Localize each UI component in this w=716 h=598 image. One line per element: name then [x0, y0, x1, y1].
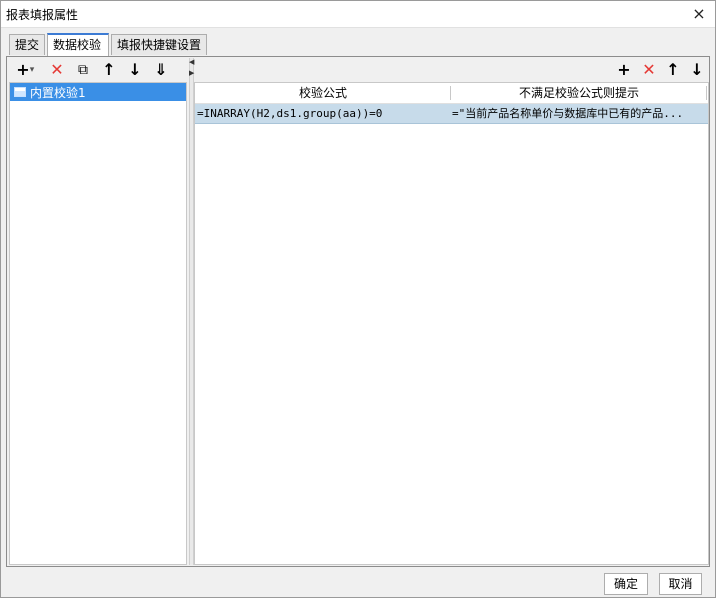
- move-up-icon[interactable]: ↑: [100, 61, 118, 79]
- move-down-icon[interactable]: ↓: [126, 61, 144, 79]
- column-header-message[interactable]: 不满足校验公式则提示: [451, 83, 707, 103]
- add-row-icon[interactable]: +: [615, 61, 633, 79]
- move-to-bottom-icon[interactable]: ⇓: [152, 61, 170, 79]
- delete-row-icon[interactable]: ✕: [640, 61, 658, 79]
- row-up-icon[interactable]: ↑: [664, 61, 682, 79]
- list-item[interactable]: 内置校验1: [10, 83, 186, 101]
- column-header-formula[interactable]: 校验公式: [195, 83, 451, 103]
- dialog-title: 报表填报属性: [6, 8, 79, 22]
- validation-list[interactable]: 内置校验1: [9, 82, 187, 565]
- table-header: 校验公式 不满足校验公式则提示: [195, 83, 708, 104]
- tab-content-panel: + ▾ ✕ ⧉ ↑ ↓ ⇓ 内置校验1 ◀ ▶ + ✕ ↑ ↓ 校验公式 不满足…: [6, 56, 710, 567]
- add-dropdown-icon[interactable]: ▾: [28, 61, 36, 79]
- validation-list-pane: + ▾ ✕ ⧉ ↑ ↓ ⇓ 内置校验1: [8, 58, 188, 565]
- delete-icon[interactable]: ✕: [48, 61, 66, 79]
- right-toolbar: + ✕ ↑ ↓: [194, 58, 709, 82]
- list-item-label: 内置校验1: [30, 85, 86, 100]
- tab-shortcut-settings[interactable]: 填报快捷键设置: [111, 34, 207, 55]
- cancel-button[interactable]: 取消: [659, 573, 702, 595]
- row-down-icon[interactable]: ↓: [688, 61, 706, 79]
- validation-item-icon: [14, 87, 26, 97]
- tab-data-validation[interactable]: 数据校验: [47, 33, 109, 56]
- title-bar: 报表填报属性 ×: [1, 1, 715, 28]
- ok-button[interactable]: 确定: [604, 573, 648, 595]
- copy-icon[interactable]: ⧉: [74, 61, 92, 79]
- validation-detail-pane: + ✕ ↑ ↓ 校验公式 不满足校验公式则提示 =INARRAY(H2,ds1.…: [194, 58, 709, 565]
- formula-cell[interactable]: =INARRAY(H2,ds1.group(aa))=0: [197, 104, 447, 124]
- close-icon[interactable]: ×: [689, 4, 709, 24]
- table-row[interactable]: =INARRAY(H2,ds1.group(aa))=0 ="当前产品名称单价与…: [195, 104, 708, 124]
- message-cell[interactable]: ="当前产品名称单价与数据库中已有的产品...: [452, 104, 706, 124]
- left-toolbar: + ▾ ✕ ⧉ ↑ ↓ ⇓: [8, 58, 188, 82]
- column-divider[interactable]: [706, 86, 707, 100]
- tab-submit[interactable]: 提交: [9, 34, 45, 55]
- validation-table: 校验公式 不满足校验公式则提示 =INARRAY(H2,ds1.group(aa…: [194, 82, 709, 565]
- dialog-window: 报表填报属性 × 提交 数据校验 填报快捷键设置 + ▾ ✕ ⧉ ↑ ↓ ⇓ 内…: [0, 0, 716, 598]
